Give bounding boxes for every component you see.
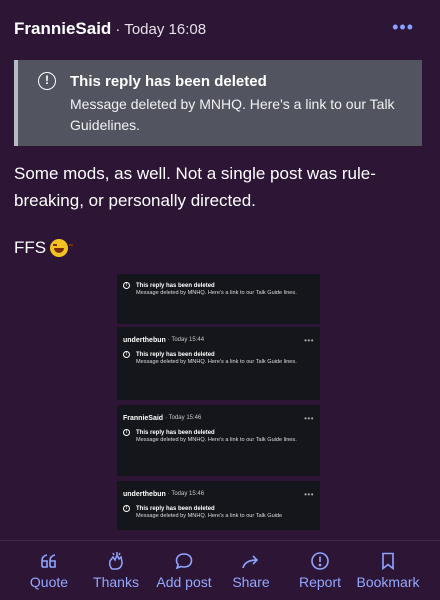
embedded-card-time: · Today 15:46 (167, 491, 205, 497)
tears-of-joy-emoji-icon (50, 238, 74, 257)
ffs-text: FFS (14, 238, 47, 257)
embedded-card-author: underthebun (123, 490, 166, 498)
deleted-reply-notice: ! This reply has been deleted Message de… (14, 60, 422, 146)
share-button[interactable]: Share (228, 551, 274, 590)
embedded-card: FrannieSaid · Today 15:46 ••• ! This rep… (117, 405, 320, 476)
quote-button[interactable]: Quote (26, 551, 72, 590)
embedded-card: underthebun · Today 15:46 ••• ! This rep… (117, 481, 320, 530)
embedded-card-title: This reply has been deleted (136, 429, 215, 436)
embedded-card-message: Message deleted by MNHQ. Here's a link t… (136, 437, 297, 443)
quote-icon (41, 554, 56, 568)
share-label: Share (232, 574, 270, 590)
embedded-screenshot[interactable]: ! This reply has been deleted Message de… (117, 274, 320, 530)
embedded-card-title: This reply has been deleted (136, 282, 215, 289)
embedded-card-message: Message deleted by MNHQ. Here's a link t… (136, 359, 297, 365)
embedded-card-message: Message deleted by MNHQ. Here's a link t… (136, 290, 297, 296)
more-options-icon: ••• (304, 413, 314, 423)
post-body-paragraph: Some mods, as well. Not a single post wa… (14, 164, 376, 210)
clap-icon (109, 552, 123, 570)
speech-bubble-icon (175, 553, 193, 570)
post-timestamp: Today 16:08 (124, 20, 207, 38)
info-icon: ! (123, 505, 130, 512)
more-options-icon: ••• (304, 335, 314, 345)
embedded-card-author: FrannieSaid (123, 414, 164, 422)
info-icon: ! (38, 72, 56, 90)
add-post-button[interactable]: Add post (153, 551, 215, 590)
embedded-card: underthebun · Today 15:44 ••• ! This rep… (117, 327, 320, 400)
bookmark-label: Bookmark (356, 574, 420, 590)
embedded-card-title: This reply has been deleted (136, 505, 215, 512)
separator: · (115, 20, 121, 38)
embedded-card-title: This reply has been deleted (136, 351, 215, 358)
info-icon: ! (123, 351, 130, 358)
embedded-card: ! This reply has been deleted Message de… (117, 274, 320, 324)
deleted-notice-title: This reply has been deleted (70, 72, 267, 90)
alert-circle-icon (311, 552, 329, 570)
embedded-card-author: underthebun (123, 336, 166, 344)
more-options-icon: ••• (304, 489, 314, 499)
post-header: FrannieSaid · Today 16:08 ••• (14, 16, 426, 42)
bookmark-button[interactable]: Bookmark (353, 551, 423, 590)
embedded-card-message: Message deleted by MNHQ. Here's a link t… (136, 513, 283, 519)
bookmark-icon (382, 552, 394, 571)
deleted-notice-message: Message deleted by MNHQ. Here's a link t… (70, 96, 395, 133)
post-action-bar: Quote Thanks Add post Share Report Bookm… (0, 540, 440, 600)
report-button[interactable]: Report (295, 551, 345, 590)
add-post-label: Add post (156, 574, 212, 590)
embedded-card-time: · Today 15:44 (167, 337, 205, 343)
post-body-ffs: FFS (14, 234, 74, 261)
more-options-icon[interactable]: ••• (392, 18, 414, 36)
post-author[interactable]: FrannieSaid (14, 19, 111, 39)
thanks-button[interactable]: Thanks (90, 551, 142, 590)
info-icon: ! (123, 282, 130, 289)
quote-label: Quote (29, 574, 69, 590)
embedded-card-time: · Today 15:46 (165, 415, 202, 421)
share-arrow-icon (242, 555, 259, 569)
thanks-label: Thanks (93, 574, 139, 590)
info-icon: ! (123, 429, 130, 436)
report-label: Report (298, 574, 342, 590)
